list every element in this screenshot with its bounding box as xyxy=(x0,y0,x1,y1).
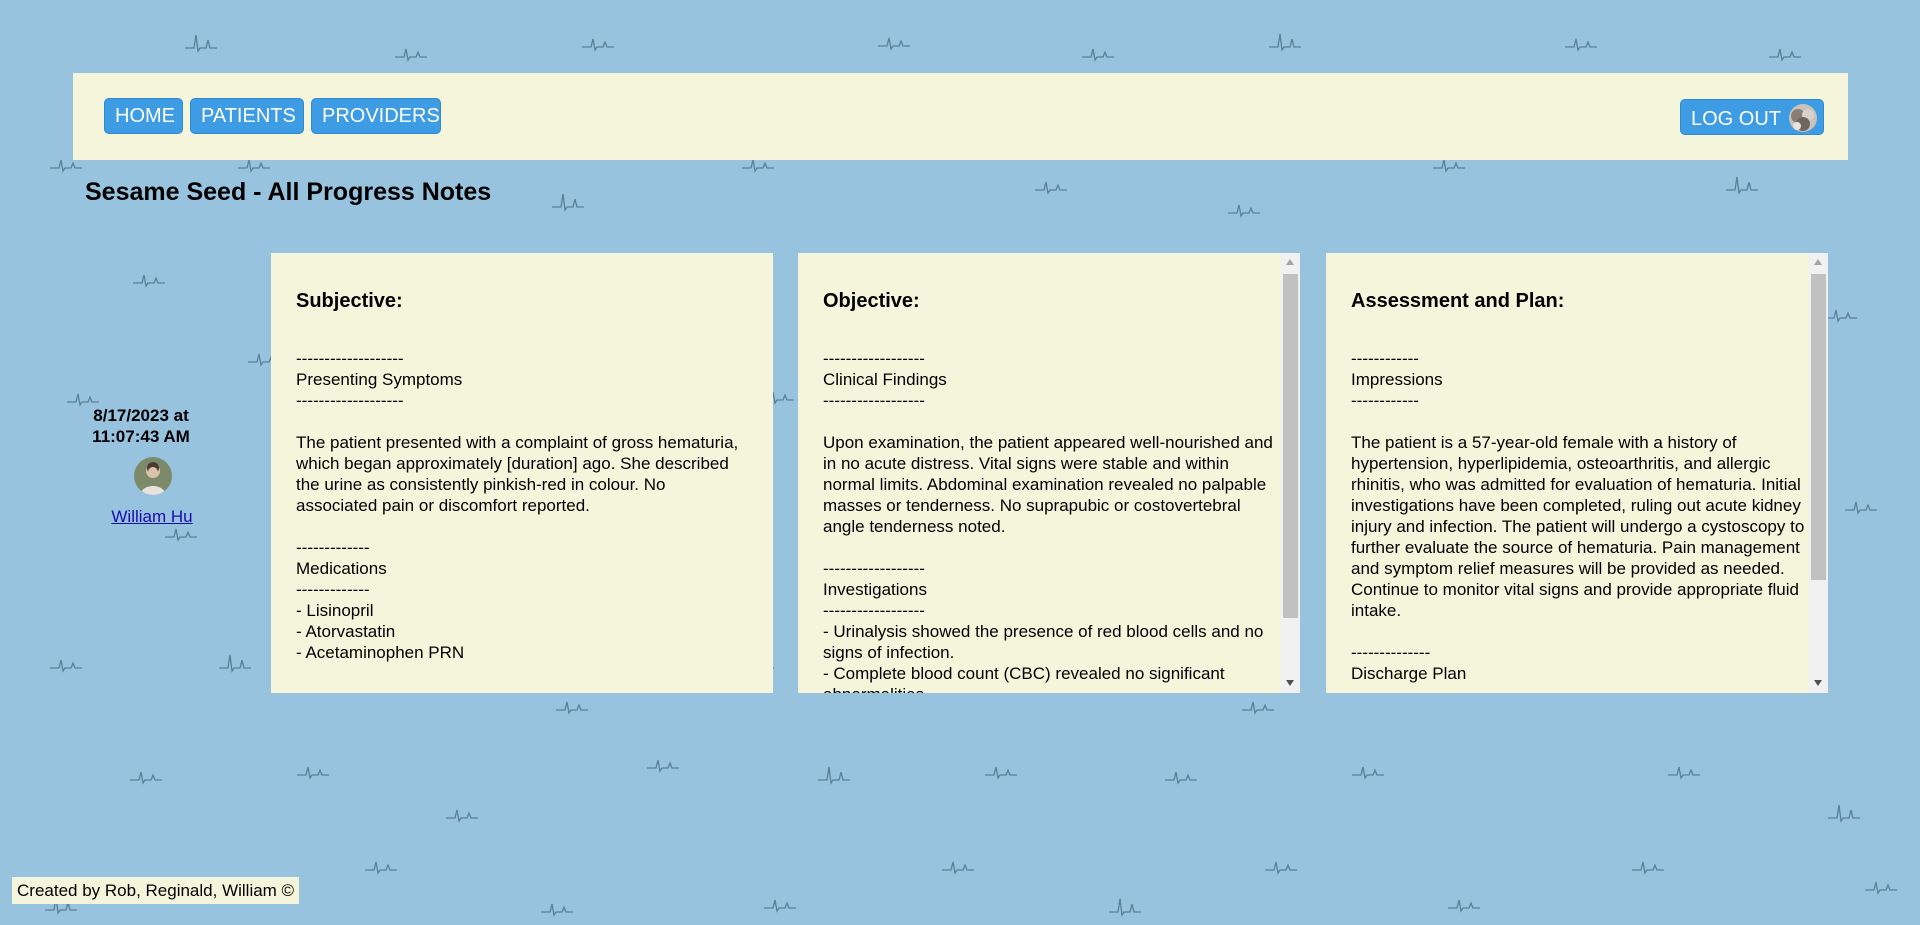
ecg-trace-decoration xyxy=(185,34,217,53)
ecg-trace-decoration xyxy=(556,701,588,715)
ecg-trace-decoration xyxy=(133,274,165,288)
providers-button[interactable]: PROVIDERS xyxy=(311,98,441,134)
ecg-trace-decoration xyxy=(764,899,796,913)
objective-card[interactable]: Objective: ------------------ Clinical F… xyxy=(798,253,1300,693)
ecg-trace-decoration xyxy=(1769,48,1801,62)
ecg-trace-decoration xyxy=(541,903,573,917)
assessment-plan-body: ------------ Impressions ------------ Th… xyxy=(1351,349,1805,683)
ecg-trace-decoration xyxy=(165,528,197,542)
ecg-trace-decoration xyxy=(130,771,162,785)
ecg-trace-decoration xyxy=(1269,33,1301,52)
ecg-trace-decoration xyxy=(582,38,614,52)
logout-button[interactable]: LOG OUT xyxy=(1680,99,1824,135)
ecg-trace-decoration xyxy=(552,193,584,212)
ecg-trace-decoration xyxy=(1165,771,1197,785)
note-meta: 8/17/2023 at 11:07:43 AM William Hu xyxy=(78,405,204,527)
ecg-trace-decoration xyxy=(1448,899,1480,913)
ecg-trace-decoration xyxy=(1433,159,1465,173)
ecg-trace-decoration xyxy=(1828,804,1860,823)
scroll-up-arrow-icon[interactable] xyxy=(1814,259,1822,265)
footer-credit: Created by Rob, Reginald, William © xyxy=(12,877,300,904)
logout-label: LOG OUT xyxy=(1691,108,1782,130)
scroll-thumb[interactable] xyxy=(1811,274,1826,580)
ecg-trace-decoration xyxy=(985,766,1017,780)
subjective-body: ------------------- Presenting Symptoms … xyxy=(296,349,739,662)
objective-scrollbar[interactable] xyxy=(1281,253,1300,693)
ecg-trace-decoration xyxy=(67,393,99,407)
subjective-heading: Subjective: xyxy=(296,290,403,312)
assessment-plan-card[interactable]: Assessment and Plan: ------------ Impres… xyxy=(1326,253,1828,693)
ecg-trace-decoration xyxy=(1109,898,1141,917)
ecg-trace-decoration xyxy=(1565,38,1597,52)
user-avatar-icon xyxy=(1789,104,1817,132)
note-datetime: 8/17/2023 at 11:07:43 AM xyxy=(92,406,190,446)
ecg-trace-decoration xyxy=(1082,48,1114,62)
objective-heading: Objective: xyxy=(823,290,920,312)
scroll-up-arrow-icon[interactable] xyxy=(1286,259,1294,265)
scroll-down-arrow-icon[interactable] xyxy=(1286,680,1294,686)
ecg-trace-decoration xyxy=(1632,861,1664,875)
ecg-trace-decoration xyxy=(1865,881,1897,895)
ecg-trace-decoration xyxy=(1845,501,1877,515)
navbar: HOME PATIENTS PROVIDERS LOG OUT xyxy=(73,73,1848,160)
subjective-card[interactable]: Subjective: ------------------- Presenti… xyxy=(271,253,773,693)
ecg-trace-decoration xyxy=(742,159,774,173)
scroll-down-arrow-icon[interactable] xyxy=(1814,680,1822,686)
provider-avatar xyxy=(134,457,172,495)
ecg-trace-decoration xyxy=(1825,309,1857,323)
patients-button[interactable]: PATIENTS xyxy=(190,98,304,134)
provider-link[interactable]: William Hu xyxy=(111,507,192,527)
ecg-trace-decoration xyxy=(395,48,427,62)
scroll-thumb[interactable] xyxy=(1283,274,1298,618)
ecg-trace-decoration xyxy=(219,654,251,673)
ecg-trace-decoration xyxy=(647,759,679,773)
ecg-trace-decoration xyxy=(238,159,270,173)
ecg-trace-decoration xyxy=(446,809,478,823)
ecg-trace-decoration xyxy=(50,159,82,173)
ecg-trace-decoration xyxy=(1352,766,1384,780)
ecg-trace-decoration xyxy=(1668,766,1700,780)
ecg-trace-decoration xyxy=(1228,204,1260,218)
ecg-trace-decoration xyxy=(1242,701,1274,715)
ecg-trace-decoration xyxy=(878,37,910,51)
assessment-plan-heading: Assessment and Plan: xyxy=(1351,290,1565,312)
assessment-plan-scrollbar[interactable] xyxy=(1809,253,1828,693)
page-title: Sesame Seed - All Progress Notes xyxy=(85,178,492,206)
ecg-trace-decoration xyxy=(1726,176,1758,195)
ecg-trace-decoration xyxy=(297,766,329,780)
ecg-trace-decoration xyxy=(1035,181,1067,195)
objective-body: ------------------ Clinical Findings ---… xyxy=(823,349,1273,693)
ecg-trace-decoration xyxy=(818,766,850,785)
ecg-trace-decoration xyxy=(942,861,974,875)
ecg-trace-decoration xyxy=(365,861,397,875)
ecg-trace-decoration xyxy=(50,659,82,673)
ecg-trace-decoration xyxy=(1265,861,1297,875)
home-button[interactable]: HOME xyxy=(104,98,183,134)
